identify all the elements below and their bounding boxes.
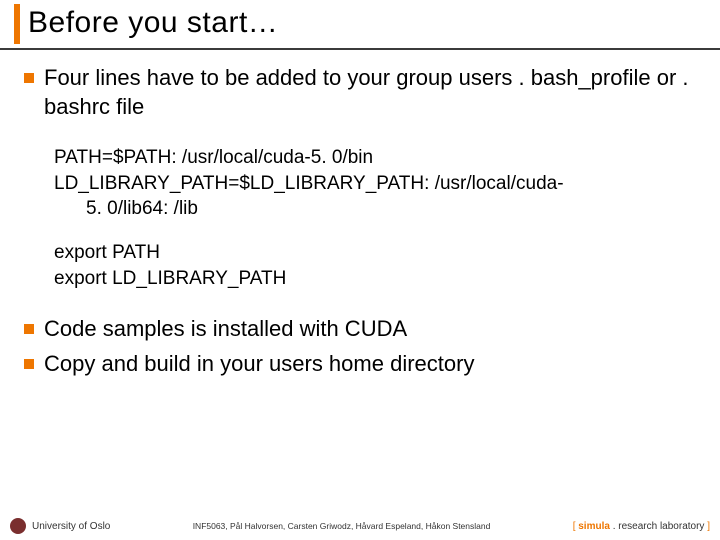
university-crest-icon (10, 518, 26, 534)
code-line: PATH=$PATH: /usr/local/cuda-5. 0/bin (54, 145, 696, 171)
footer-credits: INF5063, Pål Halvorsen, Carsten Griwodz,… (110, 521, 572, 531)
code-line: export LD_LIBRARY_PATH (54, 266, 696, 292)
code-line: 5. 0/lib64: /lib (54, 196, 696, 222)
bullet-text: Four lines have to be added to your grou… (44, 64, 696, 121)
bullet-icon (24, 359, 34, 369)
footer-affiliation: University of Oslo (32, 521, 110, 532)
bullet-text: Copy and build in your users home direct… (44, 350, 474, 379)
code-line: LD_LIBRARY_PATH=$LD_LIBRARY_PATH: /usr/l… (54, 171, 696, 197)
code-line: export PATH (54, 240, 696, 266)
slide-title: Before you start… (28, 6, 720, 40)
bullet-icon (24, 324, 34, 334)
footer-lab: [ simula . research laboratory ] (573, 521, 710, 532)
code-block: PATH=$PATH: /usr/local/cuda-5. 0/bin LD_… (54, 145, 696, 291)
bullet-icon (24, 73, 34, 83)
bullet-text: Code samples is installed with CUDA (44, 315, 407, 344)
title-accent-bar (14, 4, 20, 44)
